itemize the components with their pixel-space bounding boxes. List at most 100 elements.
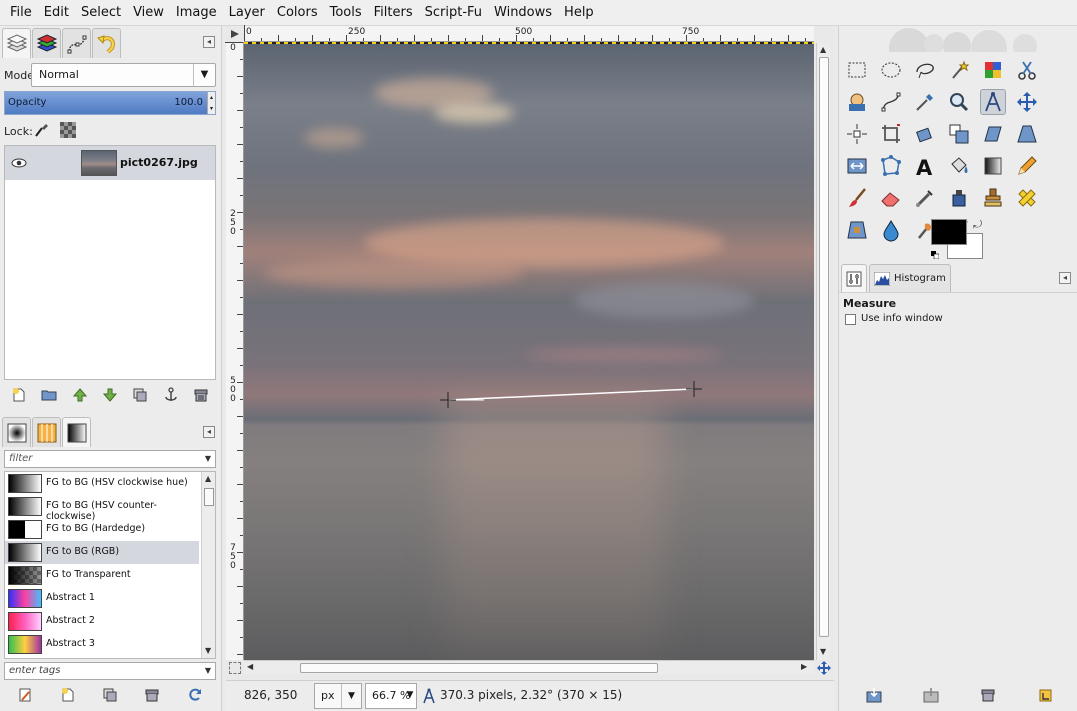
restore-tool-preset-button[interactable] [921, 685, 941, 705]
tool-blur-button[interactable] [878, 217, 904, 243]
tool-cage-transform-button[interactable] [878, 153, 904, 179]
tool-rect-select-button[interactable] [844, 57, 870, 83]
tool-bucket-fill-button[interactable] [946, 153, 972, 179]
tool-paths-tool-button[interactable] [878, 89, 904, 115]
new-layer-group-button[interactable] [39, 385, 59, 405]
opacity-slider[interactable]: Opacity 100.0 ▴ ▾ [4, 91, 216, 115]
unit-select[interactable]: px ▼ [314, 683, 362, 709]
gradients-list[interactable]: FG to BG (HSV clockwise hue) FG to BG (HS… [4, 471, 216, 659]
gradient-list-item[interactable]: Abstract 2 [5, 610, 199, 633]
horizontal-scroll-thumb[interactable] [300, 663, 658, 673]
tab-patterns[interactable] [32, 417, 61, 447]
tool-ellipse-select-button[interactable] [878, 57, 904, 83]
horizontal-scrollbar[interactable]: ◀ ▶ [244, 660, 814, 674]
swap-colors-icon[interactable]: ⤾ [973, 218, 982, 232]
scroll-right-icon[interactable]: ▶ [801, 662, 807, 671]
layers-list[interactable]: pict0267.jpg [4, 145, 216, 380]
new-layer-button[interactable] [9, 385, 29, 405]
menu-filters[interactable]: Filters [368, 0, 419, 26]
gradient-list-item[interactable]: Abstract 1 [5, 587, 199, 610]
scroll-up-icon[interactable]: ▲ [820, 45, 826, 54]
tool-paintbrush-button[interactable] [844, 185, 870, 211]
tool-color-picker-button[interactable] [912, 89, 938, 115]
menu-tools[interactable]: Tools [324, 0, 368, 26]
tool-airbrush-button[interactable] [912, 185, 938, 211]
default-colors-icon[interactable] [931, 248, 940, 260]
horizontal-ruler[interactable]: 0 250 500 750 [244, 25, 814, 42]
lock-alpha-icon[interactable] [60, 122, 76, 138]
tool-zoom-button[interactable] [946, 89, 972, 115]
tool-move-button[interactable] [1014, 89, 1040, 115]
raise-layer-button[interactable] [70, 385, 90, 405]
menu-layer[interactable]: Layer [223, 0, 271, 26]
tool-flip-button[interactable] [844, 153, 870, 179]
tool-options-menu-button[interactable]: ◂ [1059, 272, 1071, 284]
tool-perspective-clone-button[interactable] [844, 217, 870, 243]
menu-edit[interactable]: Edit [38, 0, 75, 26]
delete-layer-button[interactable] [191, 385, 211, 405]
tab-tool-options[interactable] [841, 264, 867, 292]
vertical-scrollbar[interactable]: ▲ ▼ [816, 43, 830, 660]
image-canvas[interactable] [244, 43, 814, 660]
anchor-layer-button[interactable] [161, 385, 181, 405]
menu-help[interactable]: Help [558, 0, 600, 26]
chevron-down-icon[interactable]: ▼ [403, 683, 417, 709]
tool-rotate-button[interactable] [912, 121, 938, 147]
gradient-list-item[interactable]: FG to BG (HSV counter-clockwise) [5, 495, 199, 522]
tool-heal-button[interactable] [1014, 185, 1040, 211]
menu-select[interactable]: Select [75, 0, 127, 26]
gradient-list-item[interactable]: FG to BG (HSV clockwise hue) [5, 472, 199, 495]
vertical-scroll-thumb[interactable] [819, 57, 829, 637]
menu-windows[interactable]: Windows [488, 0, 558, 26]
layers-dock-menu-button[interactable]: ◂ [203, 36, 215, 48]
lock-pixels-icon[interactable] [34, 122, 50, 138]
navigate-icon[interactable] [817, 661, 831, 675]
quick-mask-menu-icon[interactable] [229, 28, 241, 40]
menu-view[interactable]: View [127, 0, 170, 26]
tool-free-select-button[interactable] [912, 57, 938, 83]
tool-pencil-button[interactable] [1014, 153, 1040, 179]
duplicate-layer-button[interactable] [130, 385, 150, 405]
tool-measure-button[interactable] [980, 89, 1006, 115]
tool-scale-button[interactable] [946, 121, 972, 147]
layer-mode-select[interactable]: Normal ▼ [31, 63, 216, 87]
gradients-scroll-thumb[interactable] [204, 488, 214, 506]
foreground-color-swatch[interactable] [931, 219, 967, 245]
tool-text-button[interactable]: A [912, 153, 938, 179]
eye-icon[interactable] [11, 155, 27, 171]
layer-row[interactable]: pict0267.jpg [5, 146, 215, 180]
tab-layers[interactable] [2, 28, 31, 58]
save-tool-preset-button[interactable] [864, 685, 884, 705]
delete-tool-preset-button[interactable] [978, 685, 998, 705]
tab-gradients[interactable] [62, 417, 91, 447]
gradient-filter-input[interactable]: filter ▼ [4, 450, 216, 468]
use-info-window-label[interactable]: Use info window [861, 313, 943, 324]
tool-shear-button[interactable] [980, 121, 1006, 147]
gradient-list-item[interactable]: Abstract 3 [5, 633, 199, 656]
menu-image[interactable]: Image [170, 0, 223, 26]
scroll-up-icon[interactable]: ▲ [205, 474, 211, 483]
refresh-gradients-button[interactable] [185, 685, 205, 705]
gradients-scrollbar[interactable]: ▲ ▼ [201, 472, 215, 658]
tool-perspective-button[interactable] [1014, 121, 1040, 147]
quick-mask-toggle[interactable] [229, 662, 241, 674]
menu-file[interactable]: File [4, 0, 38, 26]
scroll-left-icon[interactable]: ◀ [247, 662, 253, 671]
scroll-down-icon[interactable]: ▼ [820, 647, 826, 656]
tab-undo-history[interactable] [92, 28, 121, 58]
menu-script-fu[interactable]: Script-Fu [419, 0, 488, 26]
tool-clone-button[interactable] [980, 185, 1006, 211]
tab-channels[interactable] [32, 28, 61, 58]
delete-gradient-button[interactable] [142, 685, 162, 705]
tool-align-button[interactable] [844, 121, 870, 147]
duplicate-gradient-button[interactable] [100, 685, 120, 705]
vertical-ruler[interactable]: 0 250 500 750 [225, 42, 244, 660]
lower-layer-button[interactable] [100, 385, 120, 405]
tool-select-by-color-button[interactable] [980, 57, 1006, 83]
wilber-logo-icon[interactable] [849, 26, 1069, 68]
gradient-tags-input[interactable]: enter tags ▼ [4, 662, 216, 680]
tab-brushes[interactable] [2, 417, 31, 447]
opacity-spin-buttons[interactable]: ▴ ▾ [207, 92, 215, 114]
gradient-list-item[interactable]: FG to BG (RGB) [5, 541, 199, 564]
tool-crop-button[interactable] [878, 121, 904, 147]
